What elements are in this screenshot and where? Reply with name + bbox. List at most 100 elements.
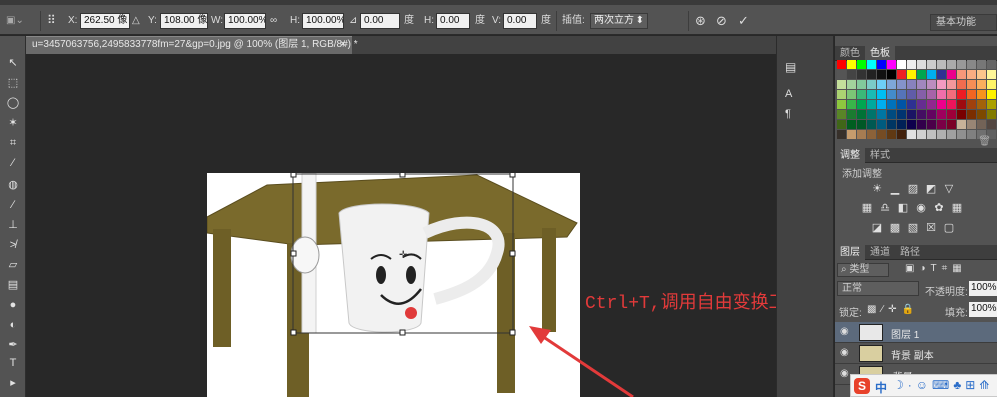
ime-mode-label[interactable]: 中: [875, 379, 887, 396]
color-swatch[interactable]: [927, 80, 936, 89]
reference-point-icon[interactable]: ⠿: [47, 13, 56, 28]
color-swatch[interactable]: [937, 80, 946, 89]
color-swatch[interactable]: [957, 100, 966, 109]
color-swatch[interactable]: [877, 60, 886, 69]
cancel-transform-icon[interactable]: ⊘: [716, 13, 727, 28]
color-swatch[interactable]: [957, 80, 966, 89]
color-swatch[interactable]: [857, 70, 866, 79]
color-swatch[interactable]: [937, 110, 946, 119]
color-swatch[interactable]: [917, 60, 926, 69]
color-swatch[interactable]: [977, 70, 986, 79]
eye-icon[interactable]: ◉: [840, 348, 852, 358]
color-swatch[interactable]: [907, 130, 916, 139]
color-swatch[interactable]: [867, 130, 876, 139]
color-swatch[interactable]: [867, 70, 876, 79]
color-swatch[interactable]: [947, 110, 956, 119]
color-swatch[interactable]: [927, 120, 936, 129]
color-swatch[interactable]: [907, 70, 916, 79]
color-swatch[interactable]: [867, 110, 876, 119]
rotate-field[interactable]: 0.00: [360, 13, 400, 29]
interpolation-select[interactable]: 两次立方 ⬍: [590, 13, 648, 29]
color-swatch[interactable]: [967, 130, 976, 139]
color-swatch[interactable]: [877, 100, 886, 109]
threshold-icon[interactable]: ▧: [907, 222, 919, 234]
tab-swatches[interactable]: 色板: [865, 46, 895, 61]
color-swatch[interactable]: [857, 90, 866, 99]
hue-saturation-icon[interactable]: ▦: [861, 202, 873, 214]
color-swatch[interactable]: [867, 90, 876, 99]
color-swatch[interactable]: [917, 100, 926, 109]
color-lookup-icon[interactable]: ▦: [951, 202, 963, 214]
color-swatch[interactable]: [857, 100, 866, 109]
link-icon[interactable]: ∞: [270, 13, 277, 28]
color-swatch[interactable]: [857, 130, 866, 139]
black-white-icon[interactable]: ◧: [897, 202, 909, 214]
crop-tool-icon[interactable]: ⌗: [3, 134, 23, 152]
marquee-tool-icon[interactable]: ⬚: [3, 74, 23, 92]
ime-tool-icons[interactable]: ☽·☺⌨♣⊞⟰: [893, 378, 993, 392]
color-swatch[interactable]: [987, 120, 996, 129]
color-swatch[interactable]: [907, 120, 916, 129]
color-swatch[interactable]: [907, 110, 916, 119]
color-swatch[interactable]: [907, 60, 916, 69]
history-panel-icon[interactable]: ▤: [785, 60, 796, 74]
color-swatch[interactable]: [937, 100, 946, 109]
color-swatch[interactable]: [877, 130, 886, 139]
color-swatch[interactable]: [887, 130, 896, 139]
color-swatch[interactable]: [887, 70, 896, 79]
color-swatch[interactable]: [877, 80, 886, 89]
color-swatch[interactable]: [887, 80, 896, 89]
type-tool-icon[interactable]: T: [3, 354, 23, 372]
eye-icon[interactable]: ◉: [840, 327, 852, 337]
workspace-switcher[interactable]: 基本功能: [930, 14, 997, 31]
height-field[interactable]: 100.00%: [302, 13, 344, 29]
clone-stamp-icon[interactable]: ⊥: [3, 216, 23, 234]
x-position-field[interactable]: 262.50 像: [80, 13, 130, 29]
color-swatch[interactable]: [977, 120, 986, 129]
color-swatch[interactable]: [957, 120, 966, 129]
color-swatch[interactable]: [837, 70, 846, 79]
color-swatch[interactable]: [987, 60, 996, 69]
warp-mode-icon[interactable]: ⊛: [695, 13, 706, 28]
color-swatch[interactable]: [937, 120, 946, 129]
color-swatch[interactable]: [947, 130, 956, 139]
color-swatch[interactable]: [847, 130, 856, 139]
color-swatch[interactable]: [847, 120, 856, 129]
color-swatch[interactable]: [887, 60, 896, 69]
color-swatch[interactable]: [987, 80, 996, 89]
color-swatch[interactable]: [837, 90, 846, 99]
color-swatch[interactable]: [877, 90, 886, 99]
invert-icon[interactable]: ◪: [871, 222, 883, 234]
color-swatch[interactable]: [927, 90, 936, 99]
color-swatch[interactable]: [947, 70, 956, 79]
color-swatch[interactable]: [867, 80, 876, 89]
tab-channels[interactable]: 通道: [865, 245, 895, 260]
move-tool-icon[interactable]: ↖: [3, 54, 23, 72]
color-swatch[interactable]: [957, 110, 966, 119]
levels-icon[interactable]: ▁: [889, 183, 901, 195]
eraser-tool-icon[interactable]: ▱: [3, 256, 23, 274]
color-swatch[interactable]: [917, 110, 926, 119]
color-swatch[interactable]: [847, 80, 856, 89]
color-swatch[interactable]: [897, 130, 906, 139]
color-swatch[interactable]: [967, 80, 976, 89]
color-swatch[interactable]: [867, 120, 876, 129]
tab-paths[interactable]: 路径: [895, 245, 925, 260]
vibrance-icon[interactable]: ▽: [943, 183, 955, 195]
width-field[interactable]: 100.00%: [224, 13, 266, 29]
color-swatch[interactable]: [887, 110, 896, 119]
color-swatch[interactable]: [917, 120, 926, 129]
color-swatch[interactable]: [877, 70, 886, 79]
trash-icon[interactable]: 🗑: [978, 136, 991, 147]
swatches-grid[interactable]: [835, 60, 997, 152]
color-swatch[interactable]: [987, 110, 996, 119]
color-swatch[interactable]: [897, 120, 906, 129]
color-swatch[interactable]: [887, 120, 896, 129]
tab-layers[interactable]: 图层: [835, 245, 865, 260]
document-tab[interactable]: u=3457063756,2495833778fm=27&gp=0.jpg @ …: [26, 36, 358, 54]
eyedropper-icon[interactable]: ⁄: [3, 154, 23, 172]
color-swatch[interactable]: [947, 90, 956, 99]
posterize-icon[interactable]: ▩: [889, 222, 901, 234]
ime-toolbar[interactable]: S 中 ☽·☺⌨♣⊞⟰: [850, 374, 997, 397]
color-swatch[interactable]: [967, 110, 976, 119]
